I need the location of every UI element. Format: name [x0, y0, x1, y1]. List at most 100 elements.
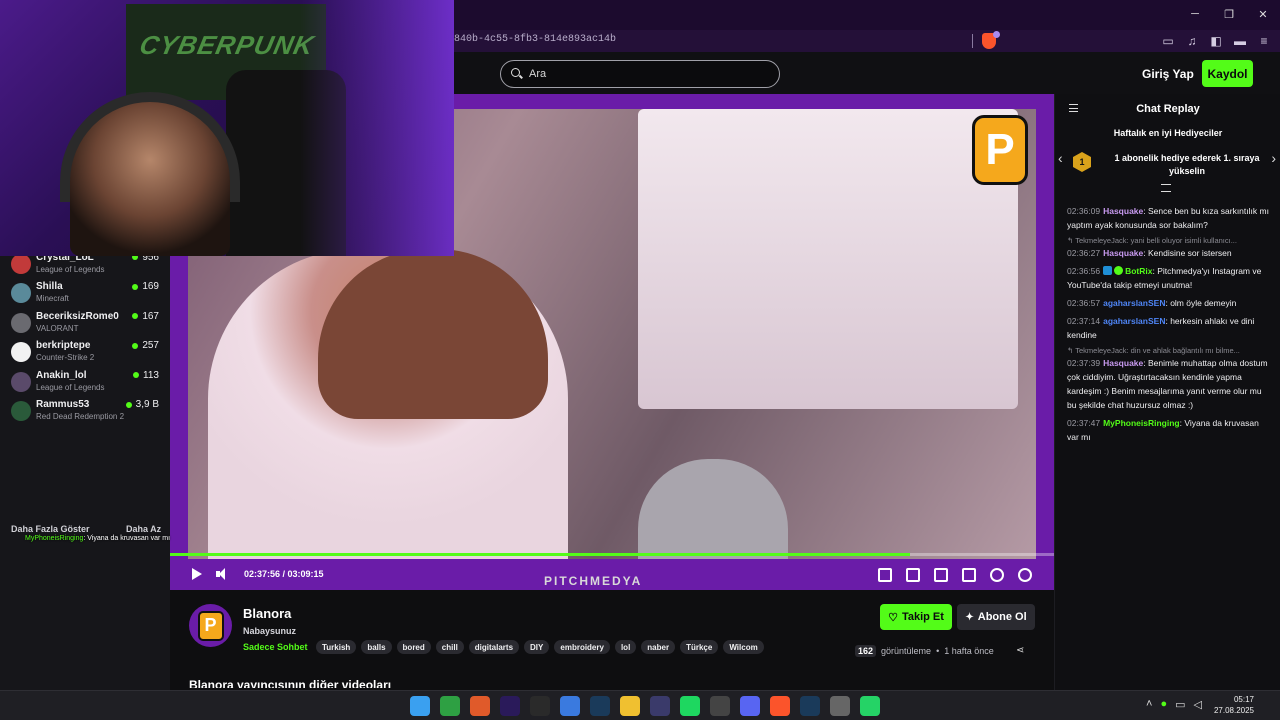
- url-text[interactable]: 840b-4c55-8fb3-814e893ac14b: [454, 34, 616, 45]
- app-orange-icon[interactable]: [470, 696, 490, 716]
- viewer-count: 3,9 B: [135, 399, 159, 410]
- github-icon[interactable]: [710, 696, 730, 716]
- stream-category[interactable]: Sadece Sohbet: [243, 642, 308, 652]
- search-input[interactable]: [529, 68, 759, 80]
- chevron-left-icon[interactable]: ‹: [1058, 150, 1063, 166]
- music-icon[interactable]: ♫: [1184, 33, 1200, 49]
- maximize-icon[interactable]: ❐: [1212, 0, 1246, 28]
- discord-icon[interactable]: [740, 696, 760, 716]
- extension-icon[interactable]: ▬: [1232, 33, 1248, 49]
- clip-icon[interactable]: [906, 568, 920, 582]
- tag-chip[interactable]: Turkish: [316, 640, 357, 654]
- chevron-right-icon[interactable]: ›: [1271, 150, 1276, 166]
- tag-chip[interactable]: Türkçe: [680, 640, 719, 654]
- sidebar-channel[interactable]: Rammus53 Red Dead Redemption 2 3,9 B: [0, 396, 170, 425]
- show-more-button[interactable]: Daha Fazla Göster: [11, 524, 90, 534]
- chat-username[interactable]: agaharslanSEN: [1103, 316, 1165, 326]
- windows-start-icon[interactable]: [410, 696, 430, 716]
- clock-time: 05:17: [1233, 695, 1254, 704]
- premiere-icon[interactable]: [500, 696, 520, 716]
- brave-icon[interactable]: [770, 696, 790, 716]
- sidebar-channel[interactable]: BeceriksizRome0 VALORANT 167: [0, 308, 170, 337]
- steam-icon[interactable]: [590, 696, 610, 716]
- tag-chip[interactable]: digitalarts: [468, 640, 520, 654]
- chat-username[interactable]: agaharslanSEN: [1103, 298, 1165, 308]
- tag-chip[interactable]: DIY: [524, 640, 550, 654]
- minimize-icon[interactable]: ─: [1178, 0, 1212, 28]
- chat-collapse-icon[interactable]: [1069, 104, 1078, 112]
- epic-icon[interactable]: [530, 696, 550, 716]
- sidebar-channel[interactable]: Shilla Minecraft 169: [0, 278, 170, 307]
- chat-username[interactable]: BotRix: [1125, 266, 1152, 276]
- monitor-icon[interactable]: [560, 696, 580, 716]
- miniplayer-icon[interactable]: [878, 568, 892, 582]
- collapse-icon[interactable]: [1161, 184, 1171, 192]
- sidebar-channel-category: VALORANT: [36, 323, 79, 333]
- live-dot-icon: [132, 342, 139, 349]
- obs-icon[interactable]: [650, 696, 670, 716]
- volume-icon[interactable]: [216, 568, 230, 580]
- speaker-icon[interactable]: ◁: [1194, 698, 1202, 711]
- sidebar-channel-viewers: 169: [132, 281, 159, 292]
- tag-chip[interactable]: embroidery: [554, 640, 610, 654]
- panel-icon[interactable]: ◧: [1208, 33, 1224, 49]
- mic-icon[interactable]: ●: [1160, 698, 1167, 711]
- fullscreen-icon[interactable]: [962, 568, 976, 582]
- chevron-up-icon[interactable]: ˄: [1146, 698, 1152, 711]
- chat-timestamp: 02:36:09: [1067, 206, 1101, 216]
- show-less-button[interactable]: Daha Az: [126, 524, 161, 534]
- channel-logo-overlay: P: [972, 115, 1028, 185]
- subscribe-button[interactable]: ✦ Abone Ol: [957, 604, 1035, 630]
- sidebar-channel-category: Minecraft: [36, 294, 69, 303]
- tag-chip[interactable]: chill: [435, 640, 464, 654]
- spotify-icon[interactable]: [680, 696, 700, 716]
- chat-username[interactable]: MyPhoneisRinging: [1103, 418, 1180, 428]
- channel-name[interactable]: Blanora: [243, 606, 291, 621]
- url-separator: [972, 34, 973, 48]
- play-icon[interactable]: [192, 568, 202, 580]
- chat-reply-context: ↰ TekmeleyeJack: din ve ahlak bağlantılı…: [1067, 346, 1240, 355]
- brave-shield-icon[interactable]: [982, 31, 1000, 49]
- os-taskbar: ˄ ● ▭ ◁ 05:17 27.08.2025: [0, 690, 1280, 720]
- login-button[interactable]: Giriş Yap: [1136, 60, 1200, 88]
- avatar: [11, 371, 31, 392]
- viewer-count: 257: [142, 340, 159, 351]
- share-icon[interactable]: ⋖: [1016, 645, 1024, 656]
- sidebar-channel-viewers: 167: [132, 311, 159, 322]
- sidebar-channel-name: Shilla: [36, 281, 63, 292]
- sidebar-channel[interactable]: berkriptepe Counter-Strike 2 257: [0, 337, 170, 366]
- network-icon[interactable]: ▭: [1175, 698, 1185, 711]
- follow-button[interactable]: ♡ Takip Et: [880, 604, 952, 630]
- whatsapp-icon[interactable]: [860, 696, 880, 716]
- chat-username[interactable]: Hasquake: [1103, 358, 1143, 368]
- webcam-poster-text: CYBERPUNK: [136, 30, 317, 60]
- file-explorer-icon[interactable]: [620, 696, 640, 716]
- player-controls-right: [878, 568, 1032, 582]
- xbox-icon[interactable]: [440, 696, 460, 716]
- signup-button[interactable]: Kaydol: [1202, 60, 1253, 87]
- menu-icon[interactable]: ≡: [1256, 33, 1272, 49]
- live-dot-icon: [125, 401, 132, 408]
- gear-icon[interactable]: [1018, 568, 1032, 582]
- chat-username[interactable]: Hasquake: [1103, 206, 1143, 216]
- search-box[interactable]: [500, 60, 780, 88]
- tag-chip[interactable]: bored: [396, 640, 431, 654]
- theater-mode-icon[interactable]: [934, 568, 948, 582]
- sidebar-channel[interactable]: Anakin_lol League of Legends 113: [0, 367, 170, 396]
- chat-username[interactable]: Hasquake: [1103, 248, 1143, 258]
- close-icon[interactable]: ✕: [1246, 0, 1280, 28]
- sidebar-icon[interactable]: ▭: [1160, 33, 1176, 49]
- tag-chip[interactable]: balls: [361, 640, 392, 654]
- system-clock[interactable]: 05:17 27.08.2025: [1214, 694, 1254, 716]
- tag-chip[interactable]: lol: [614, 640, 637, 654]
- tag-chip[interactable]: naber: [641, 640, 676, 654]
- live-dot-icon: [132, 313, 139, 319]
- tag-chip[interactable]: Wilcom: [723, 640, 764, 654]
- steam-2-icon[interactable]: [800, 696, 820, 716]
- chat-reply-context: ↰ TekmeleyeJack: yani belli oluyor isiml…: [1067, 236, 1237, 245]
- top-gifters-title: Haftalık en iyi Hediyeciler: [1113, 128, 1223, 138]
- speed-icon[interactable]: [990, 568, 1004, 582]
- channel-avatar[interactable]: P: [189, 604, 232, 647]
- settings-icon[interactable]: [830, 696, 850, 716]
- progress-bar[interactable]: [170, 553, 1054, 556]
